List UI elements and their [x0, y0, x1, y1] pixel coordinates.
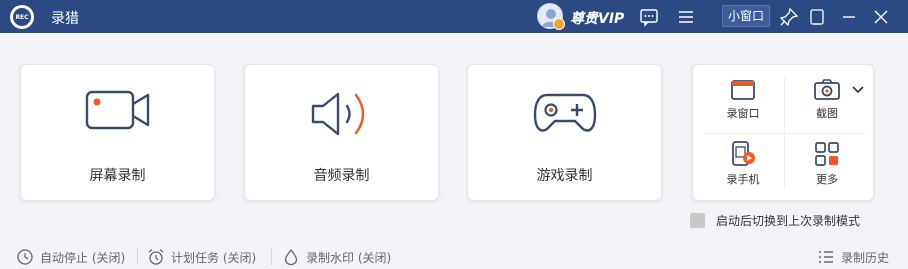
- record-phone-label: 录手机: [726, 173, 760, 186]
- record-history-button[interactable]: 录制历史: [817, 246, 889, 268]
- record-window-button[interactable]: 录窗口: [701, 79, 785, 139]
- user-avatar[interactable]: [537, 3, 565, 30]
- schedule-task-label: 计划任务 (关闭): [171, 250, 257, 265]
- record-window-label: 录窗口: [726, 107, 760, 120]
- app-title: 录猎: [51, 11, 79, 27]
- menu-icon[interactable]: [675, 6, 697, 28]
- record-phone-icon: [732, 141, 755, 166]
- record-window-icon: [731, 80, 755, 100]
- screen-record-label: 屏幕录制: [89, 168, 146, 184]
- more-grid-icon: [815, 142, 839, 166]
- game-record-card[interactable]: 游戏录制: [467, 64, 662, 201]
- screen-record-card[interactable]: 屏幕录制: [20, 64, 215, 201]
- watermark-label: 录制水印 (关闭): [306, 250, 392, 265]
- vip-badge-icon: [553, 18, 565, 30]
- screen-record-icon: [85, 90, 149, 130]
- mini-window-button[interactable]: 小窗口: [722, 5, 770, 27]
- message-icon[interactable]: [638, 6, 660, 28]
- watermark-button[interactable]: 录制水印 (关闭): [282, 246, 391, 268]
- more-button[interactable]: 更多: [785, 141, 869, 201]
- status-divider: [137, 249, 138, 265]
- record-history-label: 录制历史: [841, 250, 890, 265]
- status-bar: 自动停止 (关闭) 计划任务 (关闭) 录制水印 (关闭) 录制历史: [0, 244, 908, 269]
- screenshot-icon: [814, 79, 840, 100]
- screenshot-label: 截图: [816, 107, 838, 120]
- minimize-to-box-icon[interactable]: [806, 6, 828, 28]
- pin-icon[interactable]: [778, 6, 800, 28]
- auto-stop-button[interactable]: 自动停止 (关闭): [16, 246, 125, 268]
- tools-panel: 录窗口 截图 录手机 更多: [692, 64, 874, 201]
- list-icon: [819, 251, 833, 263]
- chevron-down-icon[interactable]: [851, 85, 865, 95]
- app-logo-text: REC: [13, 8, 31, 26]
- record-phone-button[interactable]: 录手机: [701, 141, 785, 201]
- more-label: 更多: [816, 173, 838, 186]
- game-record-icon: [533, 93, 596, 132]
- close-icon[interactable]: [870, 6, 892, 28]
- restore-last-mode-checkbox[interactable]: [690, 212, 705, 228]
- audio-record-icon: [311, 92, 364, 136]
- audio-record-label: 音频录制: [313, 168, 370, 184]
- title-bar: REC 录猎 尊贵VIP 小窗口: [0, 0, 908, 33]
- vip-label[interactable]: 尊贵VIP: [570, 8, 624, 28]
- clock-icon: [17, 249, 33, 265]
- auto-stop-label: 自动停止 (关闭): [40, 250, 126, 265]
- water-drop-icon: [284, 248, 298, 266]
- audio-record-card[interactable]: 音频录制: [244, 64, 439, 201]
- restore-last-mode-option[interactable]: 启动后切换到上次录制模式: [690, 212, 860, 228]
- schedule-task-button[interactable]: 计划任务 (关闭): [147, 246, 256, 268]
- app-logo: REC: [10, 5, 34, 29]
- alarm-clock-icon: [148, 249, 164, 265]
- restore-last-mode-label: 启动后切换到上次录制模式: [716, 213, 861, 228]
- status-divider: [271, 249, 272, 265]
- game-record-label: 游戏录制: [536, 168, 593, 184]
- minimize-icon[interactable]: [838, 6, 860, 28]
